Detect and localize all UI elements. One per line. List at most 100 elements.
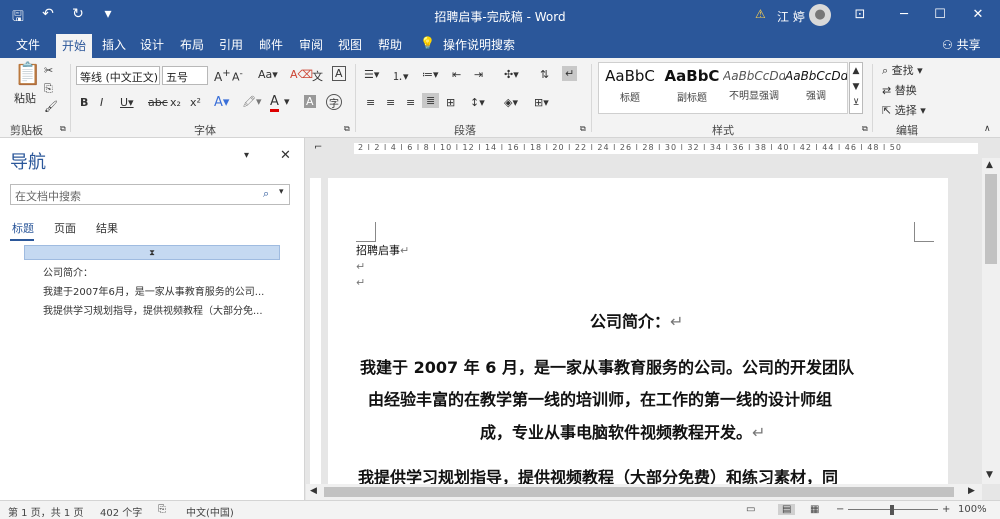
scroll-down-icon[interactable]: ▼: [986, 470, 993, 480]
tab-references[interactable]: 引用: [219, 36, 243, 53]
scroll-up-icon[interactable]: ▲: [986, 160, 993, 170]
numbering-icon[interactable]: ⒈▾: [392, 68, 409, 84]
tab-layout[interactable]: 布局: [180, 36, 204, 53]
text-effects-icon[interactable]: A▾: [214, 95, 229, 110]
style-title[interactable]: AaBbC 标题: [599, 67, 661, 104]
share-button[interactable]: ⚇ 共享: [942, 36, 981, 53]
bold-icon[interactable]: B: [80, 96, 88, 109]
strikethrough-icon[interactable]: abc: [148, 96, 168, 109]
superscript-icon[interactable]: x²: [190, 96, 201, 109]
font-color-dropdown-icon[interactable]: ▾: [284, 95, 290, 108]
align-left-icon[interactable]: ≡: [366, 96, 375, 109]
tab-help[interactable]: 帮助: [378, 36, 402, 53]
print-layout-icon[interactable]: ▤: [778, 504, 796, 515]
styles-scroll-icon[interactable]: ▲ ▼ ⊻: [849, 62, 863, 114]
character-shading-icon[interactable]: A: [304, 95, 316, 108]
minimize-button[interactable]: ─: [886, 0, 922, 30]
shading-icon[interactable]: ◈▾: [504, 96, 518, 109]
phonetic-guide-icon[interactable]: 文: [312, 68, 323, 84]
tab-review[interactable]: 审阅: [299, 36, 323, 53]
clipboard-launcher-icon[interactable]: ⧉: [60, 124, 66, 134]
nav-search-box[interactable]: 在文档中搜索 ⌕ ▾: [10, 184, 290, 205]
cut-icon[interactable]: ✂: [44, 64, 53, 77]
paste-label[interactable]: 粘贴: [14, 90, 36, 106]
zoom-level[interactable]: 100%: [958, 504, 987, 515]
close-button[interactable]: ✕: [960, 0, 996, 30]
clear-formatting-icon[interactable]: A⌫: [290, 68, 313, 81]
document-heading[interactable]: 公司简介：↵: [590, 308, 683, 332]
word-count[interactable]: 402 个字: [100, 504, 142, 519]
tab-file[interactable]: 文件: [16, 36, 40, 53]
style-subtitle[interactable]: AaBbC 副标题: [661, 67, 723, 104]
nav-close-icon[interactable]: ✕: [280, 148, 291, 163]
chinese-layout-icon[interactable]: ✣▾: [504, 68, 519, 81]
borders-icon[interactable]: ⊞▾: [534, 96, 549, 109]
search-options-icon[interactable]: ▾: [279, 187, 284, 197]
highlight-icon[interactable]: 🖍▾: [242, 95, 262, 108]
paragraph-launcher-icon[interactable]: ⧉: [580, 124, 586, 134]
style-emphasis[interactable]: AaBbCcDd 强调: [785, 67, 847, 102]
tell-me-search[interactable]: 操作说明搜索: [443, 36, 515, 53]
tab-mailings[interactable]: 邮件: [259, 36, 283, 53]
replace-button[interactable]: ⇄ 替换: [882, 82, 917, 98]
nav-heading-item[interactable]: 我提供学习规划指导，提供视频教程（大部分免...: [43, 302, 263, 317]
horizontal-scrollbar[interactable]: ◀ ▶: [306, 484, 982, 500]
body-line[interactable]: 我建于 2007 年 6 月，是一家从事教育服务的公司。公司的开发团队: [360, 354, 854, 378]
font-launcher-icon[interactable]: ⧉: [344, 124, 350, 134]
line-spacing-icon[interactable]: ↕▾: [470, 96, 485, 109]
nav-tab-headings[interactable]: 标题: [12, 220, 34, 236]
styles-launcher-icon[interactable]: ⧉: [862, 124, 868, 134]
select-button[interactable]: ⇱ 选择 ▾: [882, 102, 926, 118]
subscript-icon[interactable]: x₂: [170, 96, 181, 109]
copy-icon[interactable]: ⎘: [44, 82, 53, 96]
document-page[interactable]: 招聘启事↵ ↵ ↵ 公司简介：↵ 我建于 2007 年 6 月，是一家从事教育服…: [328, 178, 948, 484]
vertical-ruler[interactable]: [310, 178, 321, 484]
change-case-icon[interactable]: Aa▾: [258, 68, 278, 81]
body-line[interactable]: 我提供学习规划指导，提供视频教程（大部分免费）和练习素材，同: [358, 464, 838, 484]
nav-options-icon[interactable]: ▾: [244, 150, 249, 161]
page-count[interactable]: 第 1 页，共 1 页: [8, 504, 83, 519]
web-layout-icon[interactable]: ▦: [810, 504, 819, 515]
distributed-icon[interactable]: ⊞: [446, 96, 455, 109]
tab-design[interactable]: 设计: [140, 36, 164, 53]
sort-icon[interactable]: ⇅: [540, 68, 549, 81]
tab-view[interactable]: 视图: [338, 36, 362, 53]
read-mode-icon[interactable]: ▭: [746, 504, 755, 515]
nav-search-input[interactable]: 在文档中搜索: [15, 188, 81, 204]
avatar[interactable]: ●: [809, 4, 831, 26]
scroll-right-icon[interactable]: ▶: [968, 486, 975, 496]
multilevel-list-icon[interactable]: ≔▾: [422, 68, 439, 81]
language-status[interactable]: 中文(中国): [186, 504, 234, 519]
nav-heading-item[interactable]: 公司简介：: [43, 264, 93, 279]
collapse-ribbon-icon[interactable]: ∧: [984, 124, 991, 134]
font-size-combo[interactable]: 五号: [162, 66, 208, 85]
underline-icon[interactable]: U▾: [120, 96, 134, 109]
decrease-indent-icon[interactable]: ⇤: [452, 68, 461, 81]
justify-icon[interactable]: ≣: [422, 93, 440, 108]
font-name-combo[interactable]: 等线 (中文正文): [76, 66, 160, 85]
zoom-out-icon[interactable]: −: [836, 504, 844, 515]
align-center-icon[interactable]: ≡: [386, 96, 395, 109]
warning-icon[interactable]: ⚠: [755, 7, 766, 21]
bullets-icon[interactable]: ☰▾: [364, 68, 379, 81]
scroll-thumb[interactable]: [324, 487, 954, 497]
style-subtle-emphasis[interactable]: AaBbCcDd 不明显强调: [723, 67, 785, 102]
increase-indent-icon[interactable]: ⇥: [474, 68, 483, 81]
grow-font-icon[interactable]: A+: [214, 68, 231, 84]
user-name[interactable]: 江 婷: [777, 8, 805, 25]
maximize-button[interactable]: ☐: [922, 0, 958, 30]
nav-tab-pages[interactable]: 页面: [54, 220, 76, 236]
nav-heading-item[interactable]: 我建于2007年6月，是一家从事教育服务的公司...: [43, 283, 264, 298]
find-button[interactable]: ⌕ 查找 ▾: [882, 62, 923, 78]
body-line[interactable]: 由经验丰富的在教学第一线的培训师，在工作的第一线的设计师组: [368, 386, 832, 410]
nav-selected-heading[interactable]: ⧗: [24, 245, 280, 260]
paste-icon[interactable]: 📋: [14, 62, 41, 87]
tab-selector-icon[interactable]: ⌐: [314, 142, 322, 153]
zoom-slider-thumb[interactable]: [890, 505, 894, 515]
document-header-text[interactable]: 招聘启事↵: [356, 242, 409, 258]
show-marks-icon[interactable]: ↵: [562, 66, 578, 81]
scroll-thumb[interactable]: [985, 174, 997, 264]
scroll-left-icon[interactable]: ◀: [310, 486, 317, 496]
ruler-scale[interactable]: 2 l 2 l 4 l 6 l 8 l 10 l 12 l 14 l 16 l …: [354, 143, 978, 154]
italic-icon[interactable]: I: [100, 96, 103, 109]
